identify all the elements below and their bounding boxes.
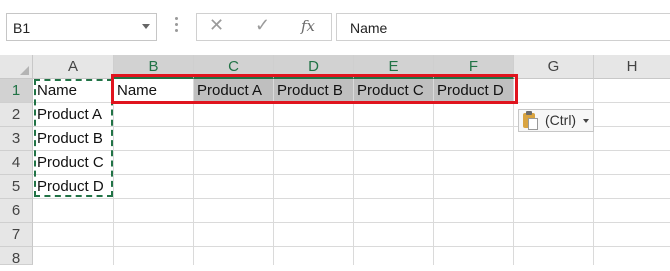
formula-input[interactable]: Name [336, 13, 670, 41]
grip-icon[interactable] [175, 17, 178, 35]
paste-options-button[interactable]: (Ctrl) [518, 109, 594, 132]
clipboard-icon [523, 111, 538, 130]
cancel-icon[interactable]: ✕ [209, 15, 224, 36]
formula-bar: B1 ✕ ✓ fx Name [0, 0, 670, 55]
column-header-h[interactable]: H [594, 55, 670, 79]
chevron-down-icon[interactable] [142, 24, 150, 29]
cell-grid[interactable] [33, 79, 670, 265]
column-header-a[interactable]: A [33, 55, 114, 79]
paste-options-label: (Ctrl) [545, 112, 577, 128]
select-all-button[interactable] [0, 55, 33, 79]
row-header-1[interactable]: 1 [0, 79, 33, 103]
enter-icon[interactable]: ✓ [255, 15, 270, 36]
column-header-g[interactable]: G [514, 55, 594, 79]
copy-marquee [34, 79, 113, 197]
chevron-down-icon [583, 119, 589, 123]
row-header-3[interactable]: 3 [0, 127, 33, 151]
formula-buttons: ✕ ✓ fx [196, 13, 332, 41]
row-header-5[interactable]: 5 [0, 175, 33, 199]
row-header-7[interactable]: 7 [0, 223, 33, 247]
highlight-box [111, 74, 518, 104]
formula-value: Name [350, 20, 388, 36]
row-header-2[interactable]: 2 [0, 103, 33, 127]
name-box-value: B1 [13, 20, 31, 36]
row-header-8[interactable]: 8 [0, 247, 33, 267]
row-header-6[interactable]: 6 [0, 199, 33, 223]
row-header-4[interactable]: 4 [0, 151, 33, 175]
insert-function-button[interactable]: fx [301, 17, 315, 35]
name-box[interactable]: B1 [6, 13, 157, 41]
